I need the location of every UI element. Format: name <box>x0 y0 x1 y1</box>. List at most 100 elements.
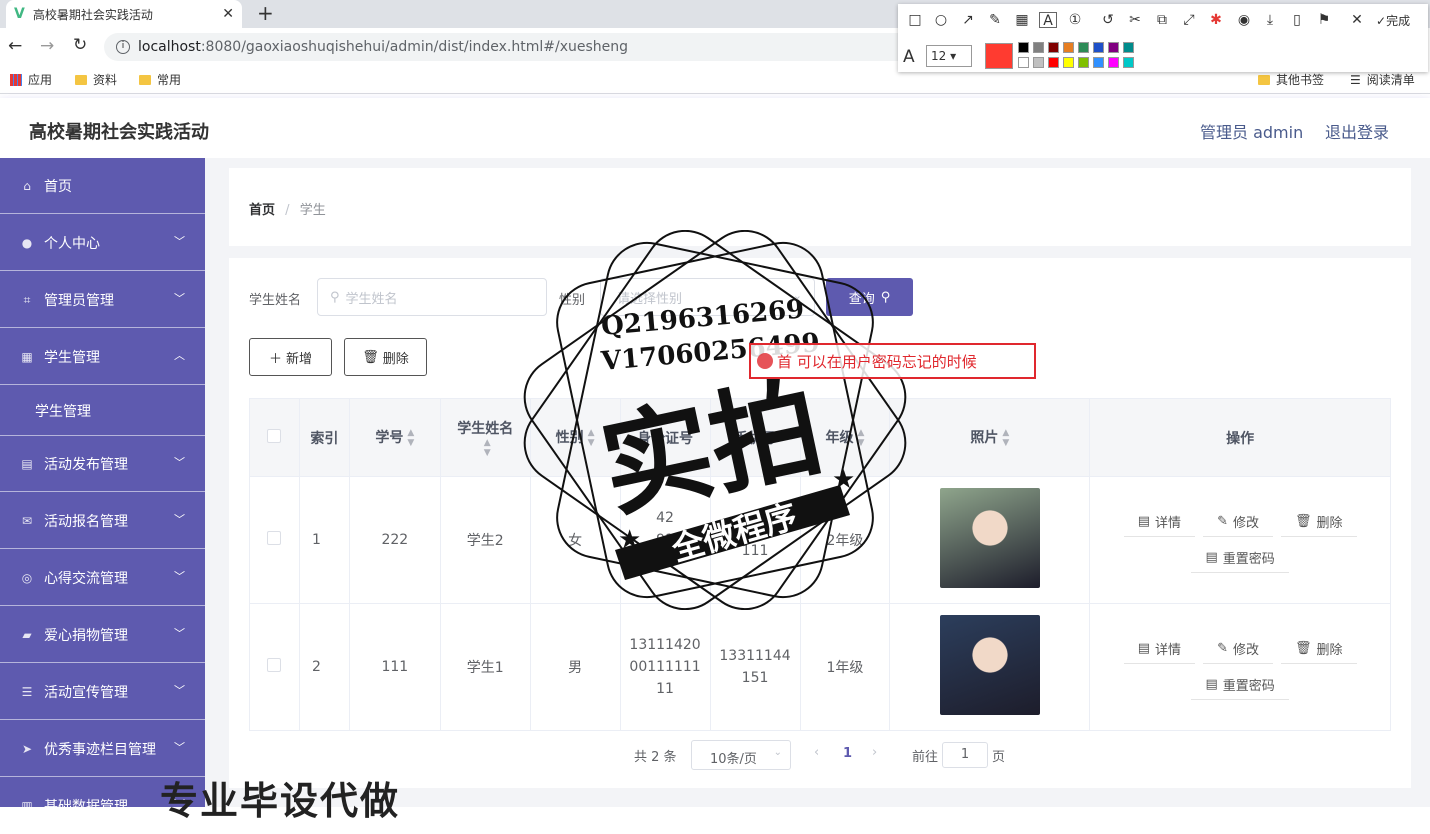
selected-color-swatch[interactable] <box>985 43 1013 69</box>
row-checkbox[interactable] <box>267 658 282 672</box>
goto-page-input[interactable]: 1 <box>942 742 988 768</box>
color-swatch[interactable] <box>1048 42 1059 53</box>
color-swatch[interactable] <box>1123 57 1134 68</box>
sidebar-item[interactable]: ● 个人中心 ﹀ <box>0 215 205 271</box>
bookmark-icon[interactable]: ⚑ <box>1315 12 1333 28</box>
reload-icon[interactable]: ↻ <box>73 35 87 55</box>
pin-icon[interactable]: ✱ <box>1207 12 1225 28</box>
color-swatch[interactable] <box>1063 42 1074 53</box>
sidebar-subitem[interactable]: 学生管理 <box>0 386 205 436</box>
bookmark-other[interactable]: 其他书签 <box>1258 71 1324 88</box>
column-header-grade[interactable]: 年级 ▲ ▼ <box>799 398 891 477</box>
logout-link[interactable]: 退出登录 <box>1325 119 1389 143</box>
column-header-xuehao[interactable]: 学号 ▲ ▼ <box>348 398 441 477</box>
color-swatch[interactable] <box>1078 42 1089 53</box>
delete-button[interactable]: 🗑 删除 <box>1280 634 1357 664</box>
column-header-gender[interactable]: 性别 ▲ ▼ <box>529 398 621 477</box>
bookmark-folder-ziliao[interactable]: 资料 <box>75 71 117 88</box>
arrow-tool-icon[interactable]: ↗ <box>959 12 977 28</box>
sidebar-item-label: 基础数据管理 <box>44 798 128 815</box>
download-icon[interactable]: ⤓ <box>1261 12 1279 28</box>
reset-password-button[interactable]: ▤ 重置密码 <box>1191 670 1289 700</box>
sort-icon[interactable]: ▲ ▼ <box>588 428 595 448</box>
student-photo[interactable] <box>939 615 1040 715</box>
column-header-phone[interactable]: 手机号 <box>709 398 801 477</box>
phone-icon[interactable]: ▯ <box>1288 12 1306 28</box>
pen-tool-icon[interactable]: ✎ <box>986 12 1004 28</box>
edit-button[interactable]: ✎ 修改 <box>1203 507 1273 537</box>
row-checkbox[interactable] <box>267 531 282 545</box>
breadcrumb-home[interactable]: 首页 <box>249 203 275 218</box>
color-swatch[interactable] <box>1108 57 1119 68</box>
gender-select[interactable]: 请选择性别 ⌄ <box>600 278 815 316</box>
sidebar-item[interactable]: ◎ 心得交流管理 ﹀ <box>0 550 205 606</box>
sort-icon[interactable]: ▲ ▼ <box>407 428 414 448</box>
close-icon[interactable]: ✕ <box>222 6 234 22</box>
sidebar-item[interactable]: ⌂ 首页 <box>0 158 205 214</box>
color-swatch[interactable] <box>1093 42 1104 53</box>
done-button[interactable]: ✓完成 <box>1376 12 1410 29</box>
page-number-current[interactable]: 1 <box>843 746 852 761</box>
forward-icon[interactable]: → <box>40 36 54 56</box>
ellipse-tool-icon[interactable]: ○ <box>932 12 950 28</box>
color-swatch[interactable] <box>1078 57 1089 68</box>
sidebar-item-label: 爱心捐物管理 <box>44 627 128 644</box>
color-swatch[interactable] <box>1018 57 1029 68</box>
detail-button[interactable]: ▤ 详情 <box>1123 634 1196 664</box>
browser-tab[interactable]: V 高校暑期社会实践活动 ✕ <box>6 0 242 28</box>
sidebar-item[interactable]: ▦ 学生管理 ︿ <box>0 329 205 385</box>
name-search-input[interactable]: ⚲ 学生姓名 <box>317 278 547 316</box>
scale-icon[interactable]: ⤢ <box>1180 12 1198 28</box>
font-size-select[interactable]: 12 ▾ <box>926 45 972 67</box>
back-icon[interactable]: ← <box>8 36 22 56</box>
sidebar-item[interactable]: ✉ 活动报名管理 ﹀ <box>0 493 205 549</box>
student-photo[interactable] <box>939 488 1040 588</box>
color-swatch[interactable] <box>1018 42 1029 53</box>
sidebar-item[interactable]: ☰ 活动宣传管理 ﹀ <box>0 664 205 720</box>
mosaic-tool-icon[interactable]: ▦ <box>1013 12 1031 28</box>
detail-button[interactable]: ▤ 详情 <box>1123 507 1196 537</box>
edit-button[interactable]: ✎ 修改 <box>1203 634 1273 664</box>
color-swatch[interactable] <box>1108 42 1119 53</box>
translate-icon[interactable]: ⧉ <box>1153 12 1171 28</box>
query-button[interactable]: 查询 ⚲ <box>826 278 913 316</box>
number-tool-icon[interactable]: ① <box>1066 12 1084 28</box>
cancel-icon[interactable]: ✕ <box>1348 12 1366 28</box>
undo-icon[interactable]: ↺ <box>1099 12 1117 28</box>
sort-icon[interactable]: ▲ ▼ <box>1002 428 1009 448</box>
bookmark-apps[interactable]: 应用 <box>10 71 52 88</box>
cut-icon[interactable]: ✂ <box>1126 12 1144 28</box>
sidebar-item[interactable]: ▰ 爱心捐物管理 ﹀ <box>0 607 205 663</box>
bookmark-folder-changyong[interactable]: 常用 <box>139 71 181 88</box>
prev-page-icon[interactable]: ‹ <box>814 745 819 760</box>
reading-list[interactable]: ☰ 阅读清单 <box>1350 71 1415 88</box>
text-tool-icon[interactable]: A <box>1039 12 1057 29</box>
color-swatch[interactable] <box>1093 57 1104 68</box>
sidebar-item[interactable]: ▤ 活动发布管理 ﹀ <box>0 436 205 492</box>
color-swatch[interactable] <box>1033 42 1044 53</box>
color-swatch[interactable] <box>1033 57 1044 68</box>
color-swatch[interactable] <box>1048 57 1059 68</box>
bookmark-label: 阅读清单 <box>1366 73 1415 87</box>
rectangle-tool-icon[interactable]: □ <box>906 12 924 28</box>
reset-password-button[interactable]: ▤ 重置密码 <box>1191 543 1289 573</box>
column-header-name[interactable]: 学生姓名 ▲ ▼ <box>439 398 531 477</box>
annotation-text-box[interactable]: 首 可以在用户密码忘记的时候 <box>749 343 1036 379</box>
color-swatch[interactable] <box>1063 57 1074 68</box>
new-tab-icon[interactable]: + <box>257 1 274 25</box>
select-all-checkbox[interactable] <box>267 428 282 443</box>
next-page-icon[interactable]: › <box>872 745 877 760</box>
chart-icon: ▤ <box>21 456 33 471</box>
sort-icon[interactable]: ▲ ▼ <box>858 428 865 448</box>
color-swatch[interactable] <box>1123 42 1134 53</box>
delete-button[interactable]: 🗑 删除 <box>1280 507 1357 537</box>
add-button[interactable]: ＋新增 <box>249 338 332 376</box>
sort-icon[interactable]: ▲ ▼ <box>484 438 491 458</box>
sidebar-item[interactable]: ⌗ 管理员管理 ﹀ <box>0 272 205 328</box>
record-icon[interactable]: ◉ <box>1235 12 1253 28</box>
batch-delete-button[interactable]: 🗑 删除 <box>344 338 427 376</box>
sidebar: ⌂ 首页 ● 个人中心 ﹀ ⌗ 管理员管理 ﹀ ▦ 学生管理 ︿ 学生管理 ▤ 活动发布管理 ﹀ ✉ 活动报名管… <box>0 158 205 834</box>
page-size-select[interactable]: 10条/页 ⌄ <box>691 740 791 770</box>
column-header-idcard[interactable]: 身份证号 <box>619 398 711 477</box>
column-header-photo[interactable]: 照片 ▲ ▼ <box>889 398 1091 477</box>
